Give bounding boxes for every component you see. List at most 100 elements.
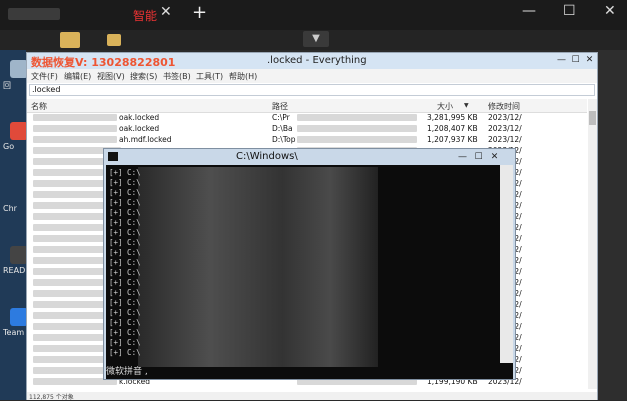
menu-item[interactable]: 文件(F)	[31, 71, 58, 82]
console-line: [+] C:\	[109, 268, 141, 277]
cell-path: C:\Pr	[272, 113, 290, 122]
console-line: [+] C:\	[109, 198, 141, 207]
blurred-filename	[33, 235, 109, 242]
console-line: [+] C:\	[109, 338, 141, 347]
column-size[interactable]: 大小	[437, 101, 453, 112]
blurred-path	[297, 114, 417, 121]
tab-close-icon[interactable]: ✕	[160, 4, 172, 20]
console-line: [+] C:\	[109, 218, 141, 227]
cmd-window: C:\Windows\ — ☐ ✕ [+] C:\ [+] C:\ [+] C:\[…	[103, 148, 516, 380]
console-line: [+] C:\	[109, 228, 141, 237]
desktop-icon-label: 回	[3, 81, 11, 90]
desktop-icon-label: Go	[3, 142, 15, 151]
cell-date: 2023/12/	[488, 124, 522, 133]
console-line: [+] C:\	[109, 178, 141, 187]
browser-tab-label[interactable]: 智能	[133, 7, 157, 24]
cell-path: D:\Ba	[272, 124, 293, 133]
blurred-filename	[33, 334, 103, 341]
ime-indicator[interactable]: 微软拼音 ,	[106, 364, 148, 377]
browser-tab-bar: 智能 ✕ + — ☐ ✕	[0, 0, 627, 30]
menu-item[interactable]: 帮助(H)	[229, 71, 257, 82]
console-line: [+] C:\	[109, 348, 141, 357]
console-line: [+] C:\	[109, 188, 141, 197]
console-output[interactable]: [+] C:\ [+] C:\ [+] C:\ [+] C:\ [+] C:\ [+] C…	[106, 165, 513, 379]
blurred-output	[138, 167, 378, 367]
desktop-background: 回 Go Chr READ Team	[0, 50, 28, 400]
console-line: [+] C:\	[109, 298, 141, 307]
console-line: [+] C:\	[109, 238, 141, 247]
table-row[interactable]: oak.locked D:\Ba 1,208,407 KB 2023/12/	[27, 123, 587, 134]
menu-item[interactable]: 工具(T)	[196, 71, 223, 82]
blurred-filename	[33, 180, 109, 187]
desktop-icon-label: Team	[3, 328, 25, 337]
maximize-icon[interactable]: ☐	[472, 151, 485, 163]
blurred-filename	[33, 125, 117, 132]
cell-date: 2023/12/	[488, 135, 522, 144]
cell-size: 1,207,937 KB	[427, 135, 478, 144]
search-input[interactable]: .locked	[29, 84, 595, 96]
blurred-filename	[33, 224, 103, 231]
console-line: [+] C:\	[109, 288, 141, 297]
window-title: .locked - Everything	[267, 55, 367, 66]
menu-item[interactable]: 视图(V)	[97, 71, 125, 82]
menu-item[interactable]: 搜索(S)	[130, 71, 157, 82]
watermark-text: 数据恢复V: 13028822801	[31, 56, 176, 69]
blurred-filename	[33, 345, 109, 352]
column-path[interactable]: 路径	[272, 101, 288, 112]
blurred-tab[interactable]	[8, 8, 60, 20]
minimize-icon[interactable]: —	[456, 151, 469, 163]
column-header-row: 名称 路径 大小 ▼ 修改时间	[27, 99, 587, 113]
sort-arrow-icon: ▼	[464, 102, 469, 109]
folder-icon[interactable]	[60, 32, 80, 48]
blurred-filename	[33, 279, 103, 286]
blurred-path	[297, 125, 417, 132]
cmd-scrollbar[interactable]	[500, 165, 513, 363]
blurred-path	[297, 136, 417, 143]
console-icon	[108, 152, 118, 161]
console-line: [+] C:\	[109, 308, 141, 317]
console-line: [+] C:\	[109, 318, 141, 327]
cell-name: ah.mdf.locked	[119, 135, 172, 144]
cmd-titlebar: C:\Windows\ — ☐ ✕	[104, 149, 515, 165]
cell-name: oak.locked	[119, 113, 160, 122]
cell-date: 2023/12/	[488, 113, 522, 122]
blurred-filename	[33, 114, 117, 121]
cell-size: 1,208,407 KB	[427, 124, 478, 133]
cmd-title: C:\Windows\	[236, 151, 298, 162]
everything-titlebar: 数据恢复V: 13028822801 .locked - Everything …	[27, 53, 597, 69]
background-window-edge	[598, 50, 627, 400]
column-modified[interactable]: 修改时间	[488, 101, 520, 112]
minimize-icon[interactable]: —	[555, 54, 568, 66]
blurred-filename	[33, 290, 109, 297]
folder-icon[interactable]	[107, 34, 121, 46]
scrollbar-thumb[interactable]	[589, 111, 596, 125]
new-tab-icon[interactable]: +	[192, 2, 207, 23]
console-line: [+] C:\	[109, 258, 141, 267]
close-icon[interactable]: ✕	[583, 54, 596, 66]
console-line: [+] C:\	[109, 168, 141, 177]
table-row[interactable]: ah.mdf.locked D:\Top 1,207,937 KB 2023/12/	[27, 134, 587, 145]
cell-name: oak.locked	[119, 124, 160, 133]
desktop-icon-label: Chr	[3, 204, 17, 213]
blurred-filename	[33, 136, 117, 143]
maximize-icon[interactable]: ☐	[569, 54, 582, 66]
chevron-down-icon[interactable]: ▼	[303, 31, 329, 47]
console-line: [+] C:\	[109, 248, 141, 257]
menu-item[interactable]: 书签(B)	[163, 71, 191, 82]
column-name[interactable]: 名称	[31, 101, 47, 112]
close-icon[interactable]: ✕	[488, 151, 501, 163]
vertical-scrollbar[interactable]	[588, 99, 597, 389]
window-close-icon[interactable]: ✕	[604, 3, 616, 19]
menu-bar: 文件(F) 编辑(E) 视图(V) 搜索(S) 书签(B) 工具(T) 帮助(H)	[27, 69, 597, 83]
minimize-icon[interactable]: —	[522, 3, 536, 19]
console-line: [+] C:\	[109, 328, 141, 337]
console-line: [+] C:\	[109, 278, 141, 287]
console-line: [+] C:\	[109, 208, 141, 217]
menu-item[interactable]: 编辑(E)	[64, 71, 91, 82]
maximize-icon[interactable]: ☐	[563, 3, 576, 19]
cell-size: 3,281,995 KB	[427, 113, 478, 122]
table-row[interactable]: oak.locked C:\Pr 3,281,995 KB 2023/12/	[27, 112, 587, 123]
desktop-icon-label: READ	[3, 266, 26, 275]
cell-path: D:\Top	[272, 135, 296, 144]
blurred-filename	[33, 169, 103, 176]
